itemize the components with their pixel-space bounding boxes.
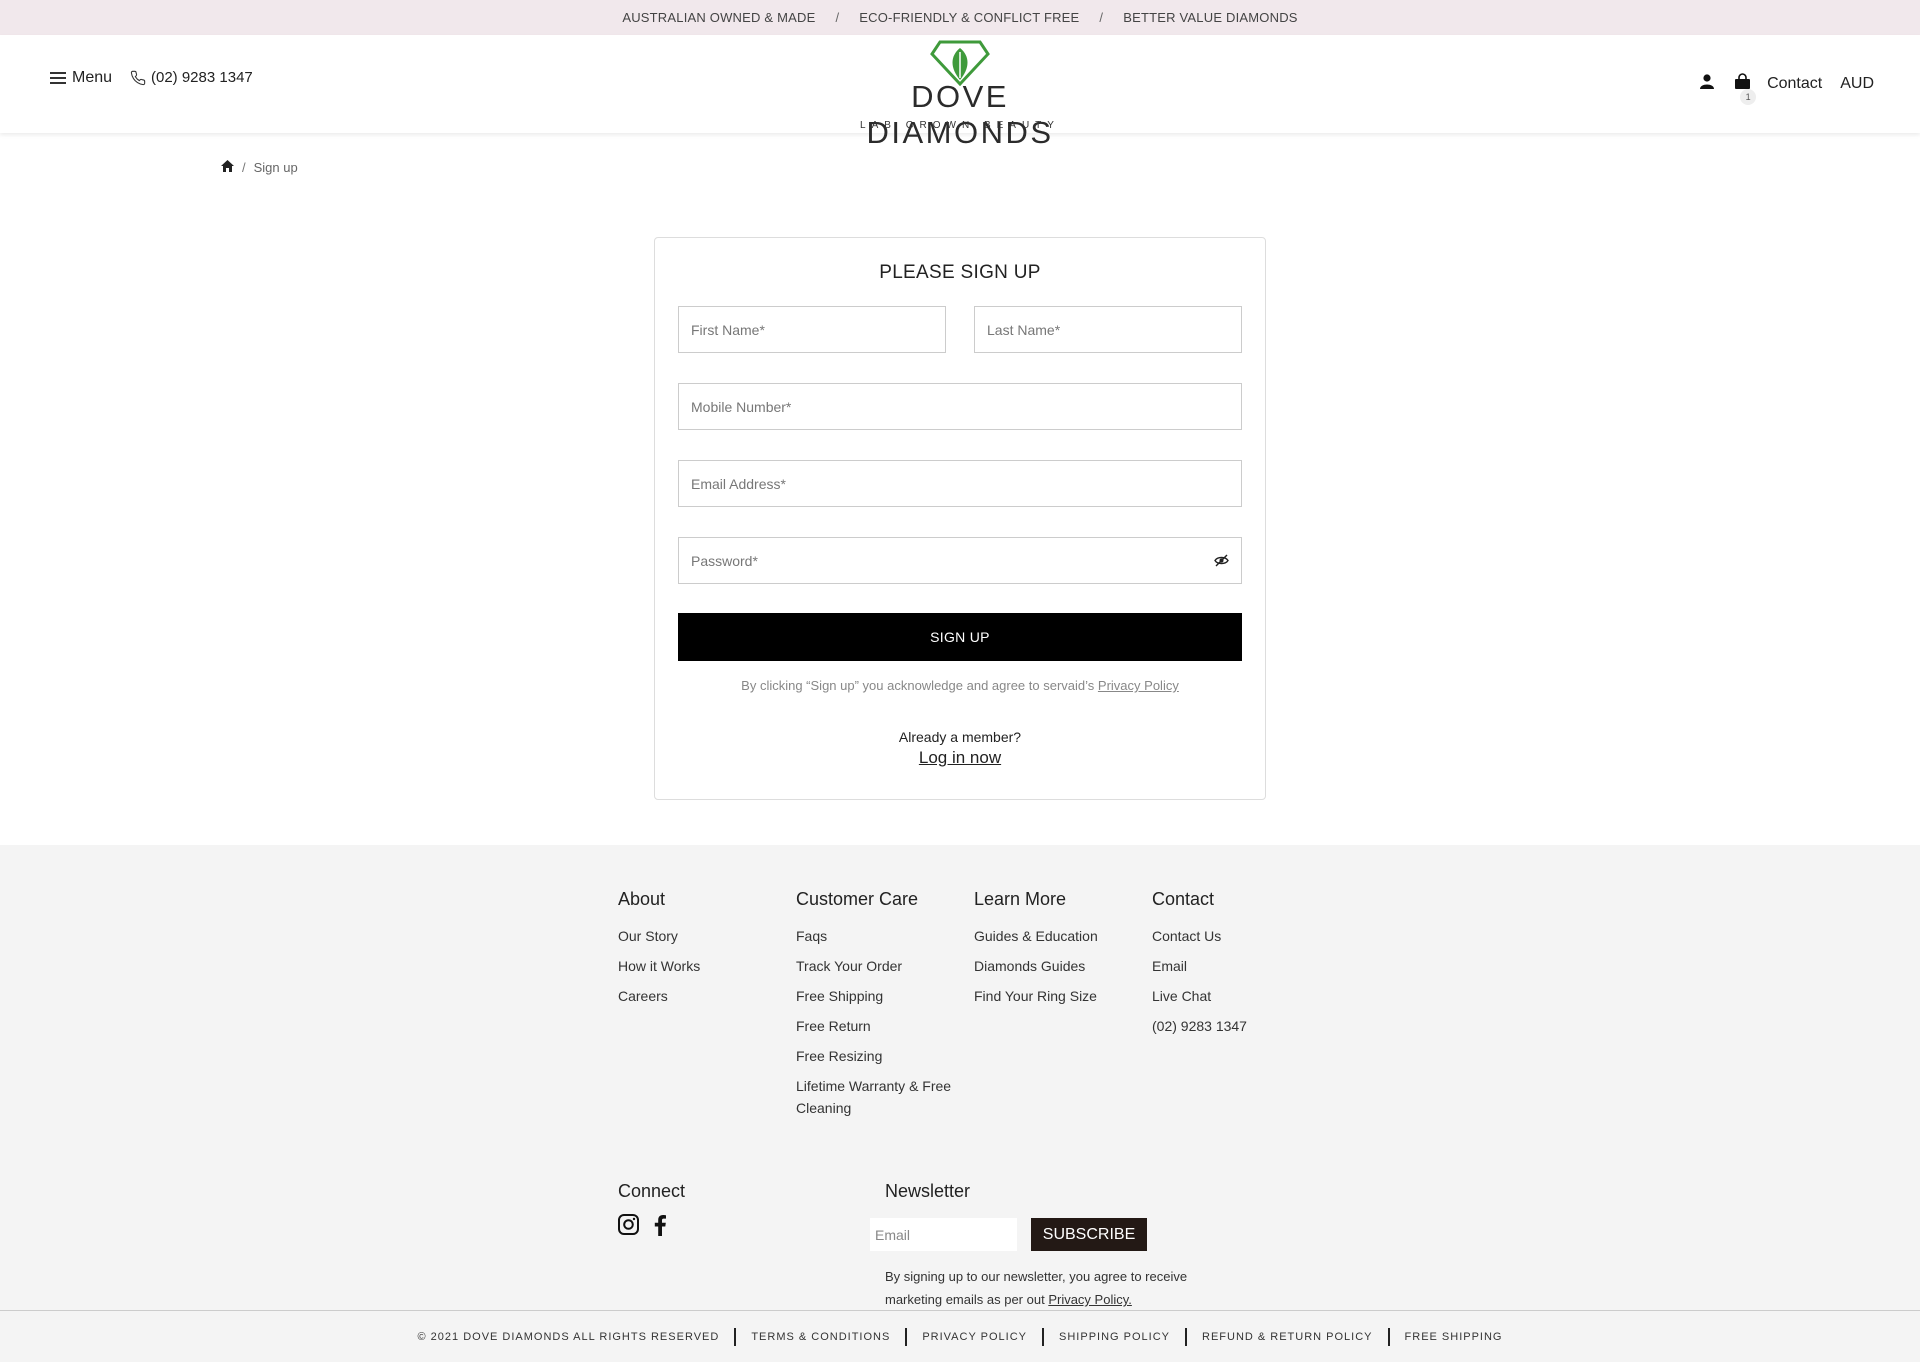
footer-link[interactable]: Contact Us (1152, 925, 1247, 947)
currency-selector[interactable]: AUD (1840, 75, 1874, 93)
toggle-password-visibility-icon[interactable] (1214, 554, 1229, 570)
footer-link[interactable]: (02) 9283 1347 (1152, 1015, 1247, 1037)
last-name-input[interactable] (987, 321, 1229, 338)
site-header: Menu (02) 9283 1347 DOVE DIAMONDS LAB GR… (0, 35, 1920, 150)
legal-link-terms[interactable]: TERMS & CONDITIONS (736, 1327, 908, 1346)
footer-link[interactable]: Lifetime Warranty & Free Cleaning (796, 1075, 956, 1119)
footer-newsletter: Newsletter SUBSCRIBE By signing up to ou… (870, 1181, 1187, 1307)
announcement-item: ECO-FRIENDLY & CONFLICT FREE (859, 10, 1080, 25)
announcement-bar: AUSTRALIAN OWNED & MADE / ECO-FRIENDLY &… (0, 0, 1920, 35)
log-in-link[interactable]: Log in now (655, 748, 1265, 768)
breadcrumb: / Sign up (221, 160, 298, 175)
footer-link[interactable]: Careers (618, 985, 700, 1007)
announcement-item: BETTER VALUE DIAMONDS (1123, 10, 1298, 25)
hamburger-icon (50, 71, 66, 85)
header-phone-link[interactable]: (02) 9283 1347 (130, 69, 253, 86)
footer-column-title: Contact (1152, 889, 1215, 909)
logo-tagline: LAB GROWN BEAUTY (860, 120, 1060, 131)
newsletter-note: By signing up to our newsletter, you agr… (885, 1265, 1205, 1311)
already-member-text: Already a member? (898, 729, 1022, 745)
mobile-number-input[interactable] (691, 398, 1229, 415)
legal-link-refund[interactable]: REFUND & RETURN POLICY (1187, 1327, 1390, 1346)
footer-column-about: About Our Story How it Works Careers (618, 889, 700, 1015)
facebook-icon[interactable] (653, 1214, 667, 1241)
footer-link[interactable]: Live Chat (1152, 985, 1247, 1007)
privacy-policy-link[interactable]: Privacy Policy (1098, 678, 1179, 693)
footer-link[interactable]: Track Your Order (796, 955, 956, 977)
site-footer: About Our Story How it Works Careers Cus… (0, 845, 1920, 1362)
site-logo[interactable]: DOVE DIAMONDS LAB GROWN BEAUTY (820, 40, 1100, 150)
footer-link[interactable]: How it Works (618, 955, 700, 977)
first-name-field[interactable] (678, 306, 946, 353)
instagram-icon[interactable] (618, 1214, 639, 1241)
footer-link[interactable]: Guides & Education (974, 925, 1098, 947)
newsletter-email-input[interactable] (875, 1226, 1012, 1243)
copyright-notice: © 2021 DOVE DIAMONDS ALL RIGHTS RESERVED (403, 1327, 737, 1346)
password-field[interactable] (678, 537, 1242, 584)
footer-link[interactable]: Free Shipping (796, 985, 956, 1007)
phone-icon (130, 70, 146, 85)
newsletter-email-field[interactable] (870, 1218, 1017, 1251)
cart-button[interactable]: 1 (1734, 73, 1757, 105)
subscribe-button[interactable]: SUBSCRIBE (1031, 1218, 1147, 1251)
connect-title: Connect (618, 1181, 686, 1201)
breadcrumb-current: Sign up (253, 160, 298, 175)
announcement-separator: / (835, 10, 840, 25)
footer-column-title: About (618, 889, 666, 909)
home-icon[interactable] (221, 160, 234, 175)
footer-column-learn-more: Learn More Guides & Education Diamonds G… (974, 889, 1098, 1015)
signup-form-card: PLEASE SIGN UP SIGN UP By clicking “Sign… (654, 237, 1266, 800)
footer-link[interactable]: Faqs (796, 925, 956, 947)
footer-link[interactable]: Our Story (618, 925, 700, 947)
last-name-field[interactable] (974, 306, 1242, 353)
phone-number: (02) 9283 1347 (151, 69, 253, 86)
menu-button[interactable]: Menu (50, 69, 112, 87)
footer-column-title: Customer Care (796, 889, 919, 909)
footer-connect: Connect (618, 1181, 685, 1241)
mobile-number-field[interactable] (678, 383, 1242, 430)
sign-up-button[interactable]: SIGN UP (678, 613, 1242, 661)
email-address-field[interactable] (678, 460, 1242, 507)
terms-agreement-text: By clicking “Sign up” you acknowledge an… (655, 678, 1265, 693)
newsletter-note-text: By signing up to our newsletter, you agr… (885, 1269, 1188, 1307)
announcement-separator: / (1099, 10, 1104, 25)
agreement-text: By clicking “Sign up” you acknowledge an… (741, 678, 1095, 693)
footer-link[interactable]: Email (1152, 955, 1247, 977)
footer-link[interactable]: Diamonds Guides (974, 955, 1098, 977)
newsletter-privacy-link[interactable]: Privacy Policy. (1048, 1292, 1132, 1307)
breadcrumb-separator: / (242, 160, 246, 175)
newsletter-title: Newsletter (885, 1181, 971, 1201)
social-links (618, 1214, 685, 1241)
cart-count-badge: 1 (1740, 89, 1757, 105)
legal-bar: © 2021 DOVE DIAMONDS ALL RIGHTS RESERVED… (0, 1310, 1920, 1362)
shopping-bag-icon (1735, 73, 1751, 89)
footer-column-title: Learn More (974, 889, 1067, 909)
copyright-mark: © (417, 1330, 427, 1343)
email-address-input[interactable] (691, 475, 1229, 492)
user-account-icon[interactable] (1700, 74, 1715, 94)
header-actions: 1 Contact AUD (1700, 73, 1874, 105)
first-name-input[interactable] (691, 321, 933, 338)
footer-column-customer-care: Customer Care Faqs Track Your Order Free… (796, 889, 956, 1127)
logo-brand-text: DOVE DIAMONDS (866, 79, 1054, 150)
legal-link-privacy[interactable]: PRIVACY POLICY (907, 1327, 1045, 1346)
footer-link[interactable]: Free Return (796, 1015, 956, 1037)
footer-link[interactable]: Free Resizing (796, 1045, 956, 1067)
signup-title: PLEASE SIGN UP (879, 262, 1041, 283)
password-input[interactable] (691, 552, 1229, 569)
footer-link[interactable]: Find Your Ring Size (974, 985, 1098, 1007)
announcement-item: AUSTRALIAN OWNED & MADE (622, 10, 816, 25)
menu-label: Menu (72, 69, 113, 86)
copyright-text: 2021 DOVE DIAMONDS ALL RIGHTS RESERVED (430, 1330, 720, 1343)
legal-link-shipping[interactable]: SHIPPING POLICY (1044, 1327, 1187, 1346)
legal-link-free-shipping[interactable]: FREE SHIPPING (1390, 1328, 1518, 1346)
footer-column-contact: Contact Contact Us Email Live Chat (02) … (1152, 889, 1247, 1045)
header-contact-link[interactable]: Contact (1767, 75, 1822, 93)
